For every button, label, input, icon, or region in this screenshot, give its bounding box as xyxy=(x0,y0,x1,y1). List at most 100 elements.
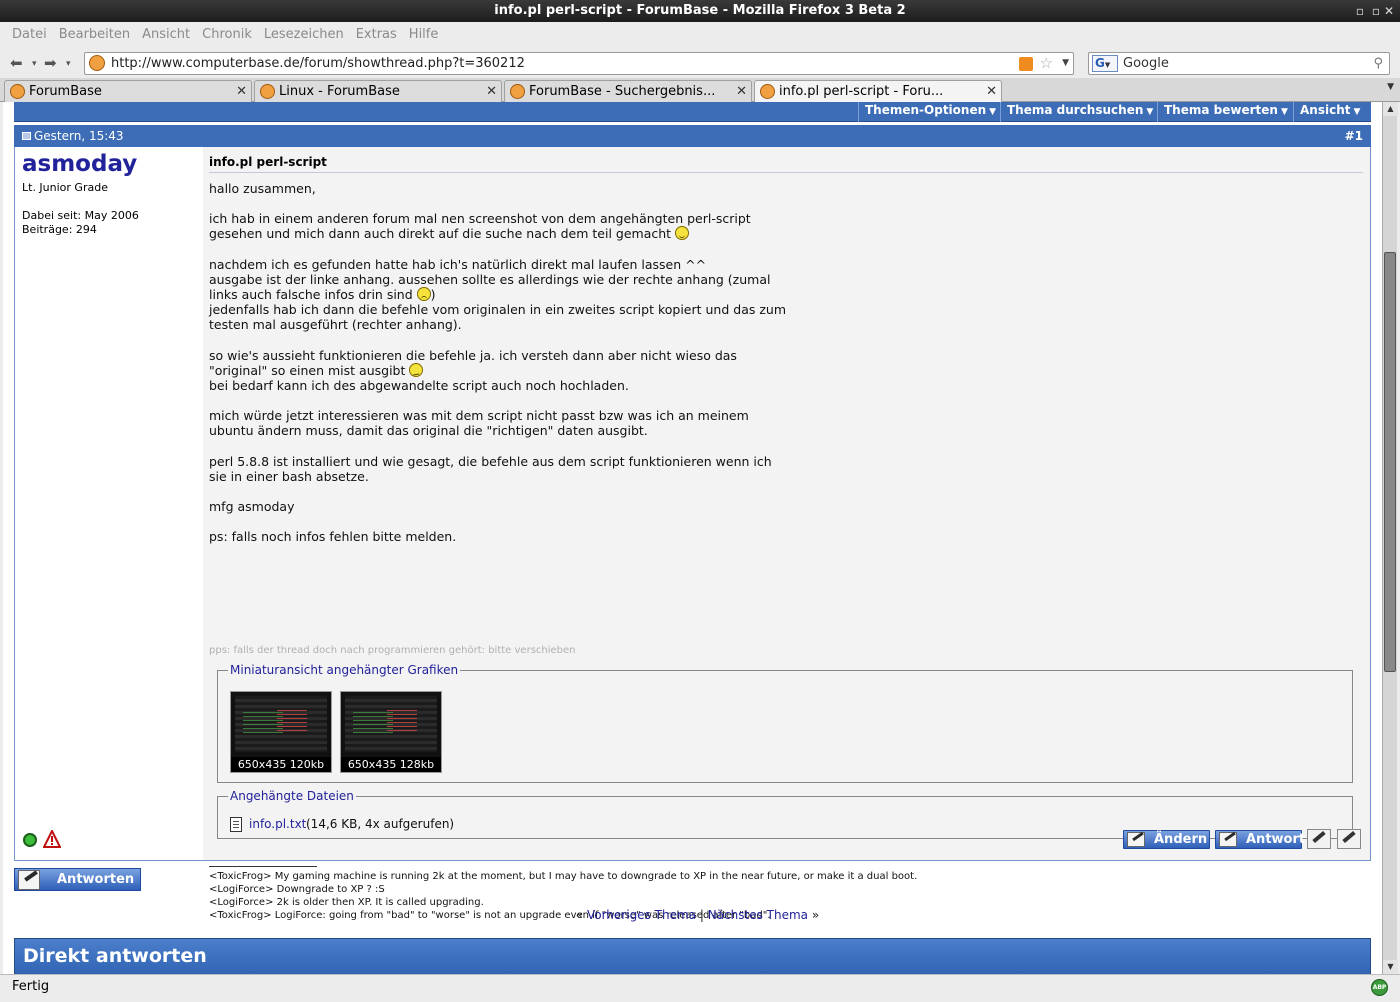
post-footnote: pps: falls der thread doch nach programm… xyxy=(209,645,576,656)
navigation-toolbar: ⬅ ▾ ➡ ▾ http://www.computerbase.de/forum… xyxy=(0,48,1400,78)
previous-thread-link[interactable]: Vorheriges Thema xyxy=(587,908,696,922)
post-message: hallo zusammen, ich hab in einem anderen… xyxy=(209,181,787,545)
maximize-icon[interactable]: ▫ xyxy=(1372,0,1380,22)
report-post-icon[interactable] xyxy=(43,830,61,848)
scrollbar-thumb[interactable] xyxy=(1384,252,1396,672)
rss-feed-icon[interactable] xyxy=(1019,57,1033,71)
page-scrollbar[interactable]: ▲ ▼ xyxy=(1382,102,1398,974)
menu-ansicht[interactable]: Ansicht xyxy=(136,22,196,48)
thread-options-bar: Themen-Optionen ▼ Thema durchsuchen ▼ Them… xyxy=(14,102,1371,122)
tab-close-icon[interactable]: ✕ xyxy=(486,81,497,102)
smile-icon xyxy=(675,226,690,241)
tab-forumbase[interactable]: ForumBase ✕ xyxy=(4,80,252,102)
thread-options-menu[interactable]: Themen-Optionen ▼ xyxy=(858,102,1000,122)
online-status-icon xyxy=(23,833,37,847)
post-icon xyxy=(22,132,31,140)
search-input[interactable]: Google xyxy=(1123,53,1169,74)
tab-favicon-icon xyxy=(10,84,25,99)
url-dropdown-icon[interactable]: ▼ xyxy=(1062,53,1069,74)
thumbnail-caption: 650x435 120kb xyxy=(231,757,331,772)
reply-icon xyxy=(1219,832,1237,847)
back-button[interactable]: ⬅ xyxy=(10,54,23,72)
post: asmoday Lt. Junior Grade Dabei seit: May… xyxy=(14,147,1371,921)
menu-chronik[interactable]: Chronik xyxy=(196,22,258,48)
search-bar[interactable]: G▼ Google ⚲ xyxy=(1088,52,1390,75)
attachment-link[interactable]: info.pl.txt xyxy=(249,817,306,831)
menu-bar: Datei Bearbeiten Ansicht Chronik Lesezeichen… xyxy=(0,22,1400,64)
tab-label: Linux - ForumBase xyxy=(279,84,400,99)
window-title: info.pl perl-script - ForumBase - Mozill… xyxy=(494,3,906,18)
thumbnails-legend: Miniaturansicht angehängter Grafiken xyxy=(230,663,459,677)
attachment-thumbnail[interactable]: 650x435 120kb xyxy=(230,691,332,773)
quick-reply-header[interactable]: Direkt antworten xyxy=(14,938,1371,974)
page-viewport: Themen-Optionen ▼ Thema durchsuchen ▼ Them… xyxy=(3,102,1382,974)
post-header: Gestern, 15:43 #1 xyxy=(14,125,1371,147)
menu-lesezeichen[interactable]: Lesezeichen xyxy=(258,22,350,48)
text-file-icon xyxy=(230,817,242,832)
reply-button[interactable]: Antworten xyxy=(14,868,141,891)
back-history-dropdown-icon[interactable]: ▾ xyxy=(32,59,37,69)
quote-button[interactable] xyxy=(1307,829,1331,849)
write-icon xyxy=(18,870,40,890)
tab-suchergebnis[interactable]: ForumBase - Suchergebnis... ✕ xyxy=(504,80,752,102)
files-legend: Angehängte Dateien xyxy=(230,789,354,803)
scroll-up-icon[interactable]: ▲ xyxy=(1383,102,1398,116)
menu-hilfe[interactable]: Hilfe xyxy=(403,22,445,48)
user-post-count: Beiträge: 294 xyxy=(22,223,97,236)
edit-icon xyxy=(1127,832,1145,847)
reply-post-button[interactable]: Antwort xyxy=(1215,830,1305,849)
adblock-icon[interactable]: ABP xyxy=(1371,979,1388,996)
menu-bearbeiten[interactable]: Bearbeiten xyxy=(53,22,136,48)
attachment-info: (14,6 KB, 4x aufgerufen) xyxy=(306,817,455,831)
tab-label: ForumBase - Suchergebnis... xyxy=(529,84,716,99)
url-bar[interactable]: http://www.computerbase.de/forum/showthr… xyxy=(84,52,1074,75)
confused-smiley-icon xyxy=(409,362,424,377)
edit-post-button[interactable]: Ändern xyxy=(1123,830,1210,849)
tab-close-icon[interactable]: ✕ xyxy=(736,81,747,102)
rate-thread-menu[interactable]: Thema bewerten ▼ xyxy=(1157,102,1293,122)
tab-favicon-icon xyxy=(510,84,525,99)
attachment-thumbnail[interactable]: 650x435 128kb xyxy=(340,691,442,773)
search-thread-menu[interactable]: Thema durchsuchen ▼ xyxy=(1000,102,1157,122)
menu-datei[interactable]: Datei xyxy=(6,22,53,48)
tab-close-icon[interactable]: ✕ xyxy=(236,81,247,102)
window-titlebar: info.pl perl-script - ForumBase - Mozill… xyxy=(0,0,1400,22)
attached-thumbnails: Miniaturansicht angehängter Grafiken 650… xyxy=(217,663,1353,783)
username-link[interactable]: asmoday xyxy=(22,151,137,177)
thumbnail-caption: 650x435 128kb xyxy=(341,757,441,772)
search-icon[interactable]: ⚲ xyxy=(1373,53,1383,74)
tab-close-icon[interactable]: ✕ xyxy=(986,81,997,102)
list-all-tabs-icon[interactable]: ▼ xyxy=(1387,82,1394,92)
site-favicon-icon xyxy=(89,55,105,71)
thread-navigation: « Vorheriges Thema | Nächstes Thema » xyxy=(575,908,820,922)
url-text[interactable]: http://www.computerbase.de/forum/showthr… xyxy=(111,53,525,74)
user-join-date: Dabei seit: May 2006 xyxy=(22,209,139,222)
title-separator xyxy=(209,172,1363,173)
menu-extras[interactable]: Extras xyxy=(350,22,403,48)
user-rank: Lt. Junior Grade xyxy=(22,181,108,194)
tab-favicon-icon xyxy=(260,84,275,99)
user-info-panel: asmoday Lt. Junior Grade Dabei seit: May… xyxy=(15,147,203,860)
tab-label: ForumBase xyxy=(29,84,102,99)
tab-linux-forumbase[interactable]: Linux - ForumBase ✕ xyxy=(254,80,502,102)
minimize-icon[interactable]: ▫ xyxy=(1356,0,1364,22)
status-bar: Fertig ABP xyxy=(0,974,1400,1002)
multi-quote-button[interactable] xyxy=(1337,829,1361,849)
forward-history-dropdown-icon[interactable]: ▾ xyxy=(66,59,71,69)
tab-favicon-icon xyxy=(760,84,775,99)
bookmark-star-icon[interactable]: ☆ xyxy=(1040,53,1053,74)
view-mode-menu[interactable]: Ansicht ▼ xyxy=(1293,102,1371,122)
post-date: Gestern, 15:43 xyxy=(34,129,124,143)
next-thread-link[interactable]: Nächstes Thema xyxy=(708,908,808,922)
search-engine-icon[interactable]: G▼ xyxy=(1092,55,1118,72)
tab-bar: ForumBase ✕ Linux - ForumBase ✕ ForumBas… xyxy=(0,78,1400,103)
close-window-icon[interactable]: ✕ xyxy=(1384,0,1394,22)
post-number-link[interactable]: #1 xyxy=(1345,125,1363,147)
post-title: info.pl perl-script xyxy=(209,155,327,169)
status-text: Fertig xyxy=(12,979,50,994)
tab-info-pl-perl-script[interactable]: info.pl perl-script - Foru... ✕ xyxy=(754,80,1002,103)
post-content: info.pl perl-script hallo zusammen, ich … xyxy=(203,147,1370,921)
signature-separator xyxy=(209,866,317,867)
forward-button[interactable]: ➡ xyxy=(44,54,57,72)
scroll-down-icon[interactable]: ▼ xyxy=(1383,960,1398,974)
